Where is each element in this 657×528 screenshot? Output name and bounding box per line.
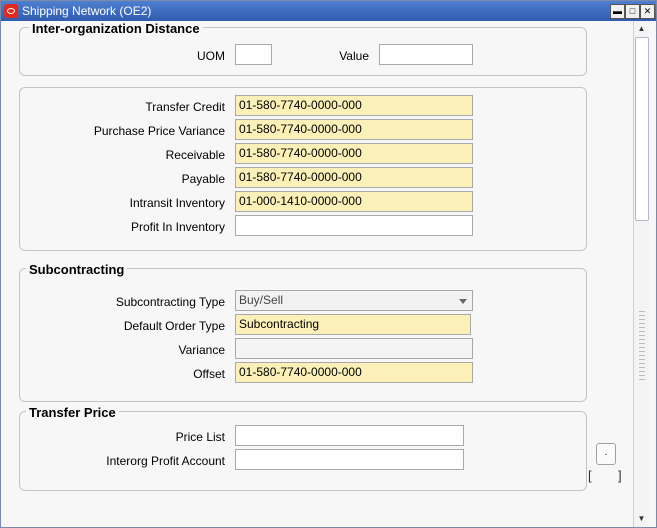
interorg-profit-account-field[interactable] [235,449,464,470]
transfer-credit-field[interactable]: 01-580-7740-0000-000 [235,95,473,116]
uom-label: UOM [197,49,225,63]
uom-field[interactable] [235,44,272,65]
default-order-type-label: Default Order Type [123,319,225,333]
window-title: Shipping Network (OE2) [22,4,152,18]
interorg-profit-account-label: Interorg Profit Account [106,454,225,468]
flexfield-bracket-close: ] [618,468,622,483]
vertical-scrollbar[interactable]: ▲ ▼ [633,21,649,527]
purchase-price-variance-label: Purchase Price Variance [93,124,225,138]
price-list-field[interactable] [235,425,464,446]
flexfield-bracket-open: [ [588,468,592,483]
receivable-field[interactable]: 01-580-7740-0000-000 [235,143,473,164]
close-button[interactable]: ✕ [640,4,655,19]
form-content: Inter-organization Distance UOM Value Tr… [1,21,633,527]
variance-field[interactable] [235,338,473,359]
inter-org-distance-title: Inter-organization Distance [29,21,203,36]
payable-label: Payable [181,172,225,186]
minimize-button[interactable]: ▬ [610,4,625,19]
intransit-inventory-label: Intransit Inventory [129,196,225,210]
variance-label: Variance [178,343,225,357]
scroll-up-button[interactable]: ▲ [634,21,649,36]
value-field[interactable] [379,44,473,65]
shipping-network-window: Shipping Network (OE2) ▬ □ ✕ Inter-organ… [0,0,657,528]
purchase-price-variance-field[interactable]: 01-580-7740-0000-000 [235,119,473,140]
value-label: Value [339,49,369,63]
subcontracting-type-label: Subcontracting Type [115,295,225,309]
default-order-type-field[interactable]: Subcontracting [235,314,471,335]
scroll-thumb[interactable] [635,37,649,221]
offset-label: Offset [193,367,225,381]
payable-field[interactable]: 01-580-7740-0000-000 [235,167,473,188]
subcontracting-title: Subcontracting [26,262,128,277]
title-bar: Shipping Network (OE2) ▬ □ ✕ [1,1,656,21]
profit-in-inventory-field[interactable] [235,215,473,236]
scroll-down-button[interactable]: ▼ [634,511,649,526]
receivable-label: Receivable [165,148,225,162]
intransit-inventory-field[interactable]: 01-000-1410-0000-000 [235,191,473,212]
descriptive-flexfield-button[interactable]: . [596,443,616,465]
subcontracting-type-select[interactable]: Buy/Sell [235,290,473,311]
subcontracting-type-value: Buy/Sell [239,293,284,307]
offset-field[interactable]: 01-580-7740-0000-000 [235,362,473,383]
transfer-credit-label: Transfer Credit [145,100,225,114]
price-list-label: Price List [175,430,225,444]
scroll-grip-icon [639,311,645,381]
transfer-price-title: Transfer Price [26,405,119,420]
chevron-down-icon[interactable] [459,299,467,304]
profit-in-inventory-label: Profit In Inventory [130,220,225,234]
oracle-logo-icon [4,4,18,18]
maximize-button[interactable]: □ [625,4,640,19]
